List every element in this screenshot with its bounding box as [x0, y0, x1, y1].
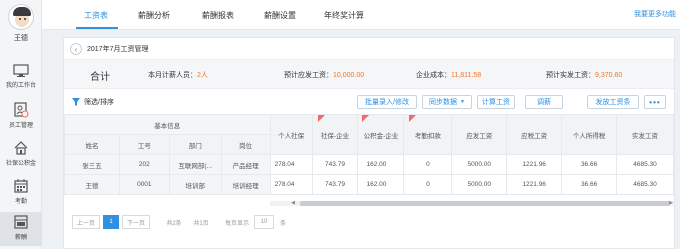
salary-management-panel: ‹ 2017年7月工资管理 合计 本月计薪人员：2人 预计应发工资：10,000…: [63, 37, 675, 249]
table-cell[interactable]: 1221.96: [506, 174, 563, 195]
prev-page-button[interactable]: 上一页: [72, 215, 100, 229]
summary-headcount: 本月计薪人员：2人: [148, 72, 208, 79]
scroll-right-icon[interactable]: ▶: [668, 201, 674, 206]
table-cell: 王德: [64, 174, 120, 195]
toolbar: 筛选/排序 批量录入/修改 同步数据 ▼ 计算工资 调薪 发放工资条 •••: [64, 92, 674, 112]
column-header[interactable]: 实发工资: [616, 114, 674, 155]
calendar-icon: [14, 179, 28, 193]
table-cell[interactable]: 1221.96: [506, 154, 563, 175]
sidebar-item-salary[interactable]: 薪酬: [0, 212, 42, 246]
column-header[interactable]: 个人社保: [269, 114, 313, 155]
send-payslip-button[interactable]: 发放工资条: [587, 95, 639, 109]
filter-sort-button[interactable]: 筛选/排序: [72, 97, 114, 107]
sidebar-item-label: 薪酬: [14, 235, 27, 241]
table-cell[interactable]: 162.00: [357, 154, 405, 175]
table-cell: 产品经理: [220, 154, 271, 175]
total-pages: 共1页: [189, 215, 213, 229]
employee-card-icon: [14, 102, 29, 118]
table-cell[interactable]: 0: [403, 174, 453, 195]
sidebar-item-label: 考勤: [14, 199, 27, 205]
column-header[interactable]: 应税工资: [506, 114, 563, 155]
table-cell[interactable]: 743.79: [311, 154, 359, 175]
active-tab-indicator: [76, 27, 118, 29]
adjust-salary-button[interactable]: 调薪: [525, 95, 563, 109]
column-header[interactable]: 部门: [168, 134, 222, 155]
column-header[interactable]: 个人所得税: [561, 114, 618, 155]
table-row[interactable]: 王德 0001 培训部 培训经理 278.04 743.79 162.00 0 …: [64, 174, 674, 195]
sync-data-dropdown[interactable]: 同步数据 ▼: [422, 95, 472, 109]
sidebar-item-social-security[interactable]: 社保公积金: [0, 138, 42, 172]
summary-expected-gross: 预计应发工资：10,000.00: [284, 72, 365, 79]
sidebar-item-label: 员工管理: [8, 123, 33, 129]
pagination: 上一页 1 下一页 共2条 共1页 每页显示 10 条: [72, 215, 292, 229]
tab-salary-analysis[interactable]: 薪酬分析: [138, 10, 170, 21]
sidebar-item-attendance[interactable]: 考勤: [0, 176, 42, 210]
tab-salary-report[interactable]: 薪酬报表: [202, 10, 234, 21]
summary-expected-net: 预计实发工资：9,370.60: [546, 72, 623, 79]
top-tab-bar: 工资表 薪酬分析 薪酬报表 薪酬设置 年终奖计算 我要更多功能: [42, 0, 680, 30]
user-name: 王德: [14, 35, 28, 42]
table-cell[interactable]: 36.66: [561, 154, 618, 175]
sidebar: 王德 我的工作台 员工管理 社保公积金 考勤 薪酬: [0, 0, 42, 249]
table-cell[interactable]: 278.04: [269, 174, 313, 195]
table-cell: 张三五: [64, 154, 120, 175]
tab-salary-sheet[interactable]: 工资表: [84, 10, 108, 21]
table-row[interactable]: 张三五 202 互联网部(... 产品经理 278.04 743.79 162.…: [64, 154, 674, 175]
table-cell[interactable]: 5000.00: [451, 154, 508, 175]
calculate-salary-button[interactable]: 计算工资: [477, 95, 515, 109]
table-cell[interactable]: 162.00: [357, 174, 405, 195]
table-cell: 培训经理: [220, 174, 271, 195]
tab-salary-settings[interactable]: 薪酬设置: [264, 10, 296, 21]
summary-company-cost: 企业成本：11,811.58: [416, 72, 482, 79]
sidebar-item-employee[interactable]: 员工管理: [0, 100, 42, 134]
filter-icon: [72, 98, 80, 106]
per-page-input[interactable]: 10: [254, 215, 274, 229]
summary-title: 合计: [90, 72, 110, 83]
table-cell: 培训部: [168, 174, 222, 195]
column-header[interactable]: 岗位: [220, 134, 271, 155]
sidebar-item-workbench[interactable]: 我的工作台: [0, 62, 42, 96]
next-page-button[interactable]: 下一页: [122, 215, 150, 229]
column-header[interactable]: 姓名: [64, 134, 120, 155]
table-cell[interactable]: 743.79: [311, 174, 359, 195]
column-flag-marker: [409, 115, 416, 122]
summary-bar: 合计 本月计薪人员：2人 预计应发工资：10,000.00 企业成本：11,81…: [64, 59, 674, 89]
table-cell: 202: [118, 154, 170, 175]
table-cell[interactable]: 5000.00: [451, 174, 508, 195]
table-cell: 0001: [118, 174, 170, 195]
horizontal-scrollbar-thumb[interactable]: [300, 201, 670, 206]
group-header: 基本信息: [64, 114, 271, 135]
table-cell[interactable]: 4685.30: [616, 154, 674, 175]
caret-down-icon: ▼: [460, 99, 465, 105]
table-cell[interactable]: 278.04: [269, 154, 313, 175]
per-page-unit: 条: [277, 215, 289, 229]
monitor-icon: [13, 64, 29, 77]
house-icon: [14, 141, 28, 155]
page-number-button[interactable]: 1: [103, 215, 119, 229]
more-features-link[interactable]: 我要更多功能: [634, 9, 676, 19]
user-profile[interactable]: 王德: [0, 4, 42, 43]
per-page-label: 每页显示: [223, 215, 251, 229]
sidebar-item-label: 社保公积金: [5, 161, 36, 167]
batch-edit-button[interactable]: 批量录入/修改: [357, 95, 417, 109]
sidebar-item-label: 我的工作台: [5, 83, 36, 89]
column-header[interactable]: 应发工资: [451, 114, 508, 155]
more-actions-button[interactable]: •••: [644, 95, 666, 109]
column-flag-marker: [362, 115, 369, 122]
table-cell[interactable]: 4685.30: [616, 174, 674, 195]
scroll-left-icon[interactable]: ◀: [290, 201, 296, 206]
table-cell[interactable]: 36.66: [561, 174, 618, 195]
page-title: 2017年7月工资管理: [87, 46, 149, 53]
table-cell: 互联网部(...: [168, 154, 222, 175]
column-header[interactable]: 工号: [118, 134, 170, 155]
total-items: 共2条: [162, 215, 186, 229]
tab-bonus-calc[interactable]: 年终奖计算: [324, 10, 364, 21]
breadcrumb: ‹ 2017年7月工资管理: [70, 42, 148, 56]
filter-label: 筛选/排序: [84, 99, 114, 106]
column-flag-marker: [318, 115, 325, 122]
avatar[interactable]: [8, 4, 34, 30]
table-cell[interactable]: 0: [403, 154, 453, 175]
back-icon[interactable]: ‹: [70, 43, 82, 55]
salary-icon: [14, 215, 28, 229]
